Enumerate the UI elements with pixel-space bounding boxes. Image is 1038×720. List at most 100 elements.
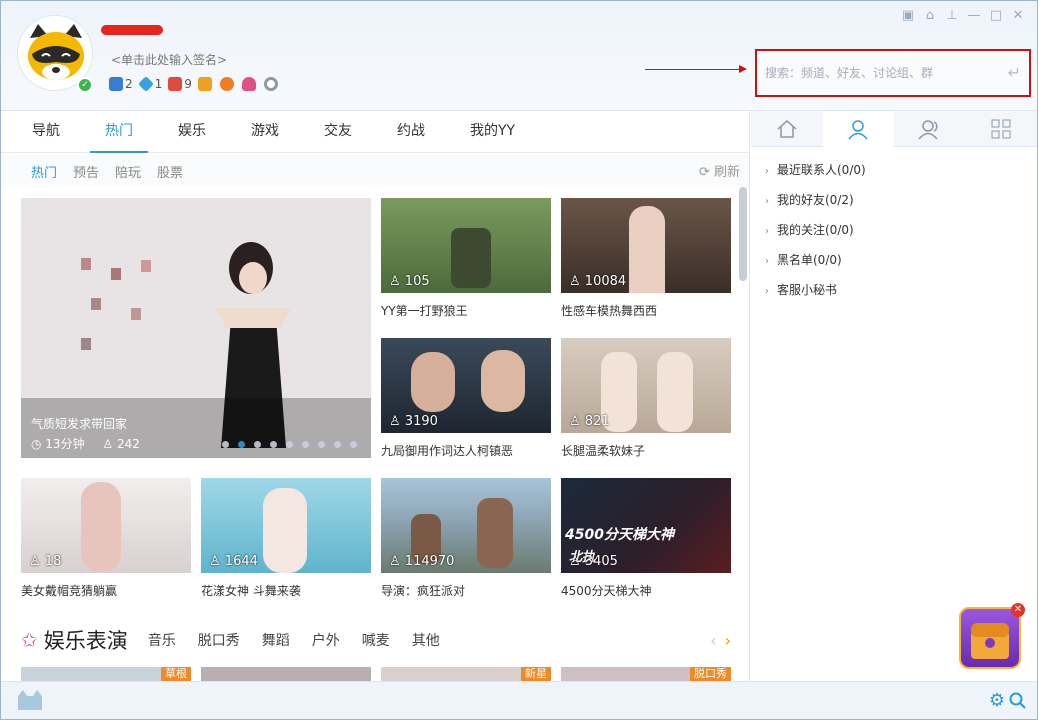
channel-card[interactable]: ♙ 10084 性感车模热舞西西 — [561, 198, 731, 319]
person-icon — [848, 119, 868, 139]
subtab-companion[interactable]: 陪玩 — [115, 162, 141, 181]
chevron-right-icon: › — [765, 256, 769, 267]
tab-games[interactable]: 游戏 — [236, 111, 294, 153]
pet-badge[interactable] — [219, 77, 236, 91]
tab-friends[interactable] — [822, 111, 894, 147]
signature-input[interactable]: <单击此处输入签名> — [111, 51, 227, 68]
vip-icon — [168, 77, 183, 91]
group-following[interactable]: › 我的关注(0/0) — [751, 215, 1037, 245]
subtab-stocks[interactable]: 股票 — [157, 162, 183, 181]
scrollbar-thumb[interactable] — [739, 187, 747, 281]
enter-icon[interactable]: ↵ — [1008, 63, 1021, 82]
shirt-icon[interactable]: ⌂ — [919, 7, 941, 25]
channel-card[interactable]: ♙ 821 长腿温柔软妹子 — [561, 338, 731, 459]
carousel-dot[interactable] — [222, 441, 229, 448]
subtab-hot[interactable]: 热门 — [31, 162, 57, 181]
card-thumbnail: ♙ 1644 — [201, 478, 371, 573]
carousel-dot[interactable] — [254, 441, 261, 448]
carousel-dot[interactable] — [318, 441, 325, 448]
partial-card[interactable]: 脱口秀 — [561, 667, 731, 681]
group-recent[interactable]: › 最近联系人(0/0) — [751, 155, 1037, 185]
group-support[interactable]: › 客服小秘书 — [751, 275, 1037, 305]
heart-badge[interactable] — [241, 77, 258, 91]
section-tab[interactable]: 舞蹈 — [262, 630, 290, 650]
section-tab[interactable]: 音乐 — [148, 630, 176, 650]
carousel-dots — [213, 441, 357, 448]
profile-header: ✓ <单击此处输入签名> 2 1 9 ▣ ⌂ ⊥ — □ ✕ ↵ — [1, 1, 1037, 111]
chevron-right-icon: › — [765, 226, 769, 237]
search-input[interactable] — [765, 63, 995, 83]
prev-icon[interactable]: ‹ — [710, 631, 716, 650]
treasure-chest-icon[interactable] — [959, 607, 1021, 669]
carousel-dot[interactable] — [334, 441, 341, 448]
close-popup-icon[interactable]: ✕ — [1011, 603, 1025, 617]
card-thumbnail: ♙ 821 — [561, 338, 731, 433]
skin-icon[interactable]: ▣ — [897, 7, 919, 25]
game-badge[interactable]: 2 — [109, 77, 133, 91]
tab-entertainment[interactable]: 娱乐 — [163, 111, 221, 153]
carousel-dot[interactable] — [270, 441, 277, 448]
video-badge[interactable] — [197, 77, 214, 91]
tab-home[interactable] — [751, 111, 823, 147]
group-friends[interactable]: › 我的好友(0/2) — [751, 185, 1037, 215]
tab-hot[interactable]: 热门 — [90, 111, 148, 153]
tab-my-yy[interactable]: 我的YY — [455, 111, 530, 153]
chevron-right-icon: › — [765, 286, 769, 297]
section-tab[interactable]: 脱口秀 — [198, 630, 240, 650]
partial-card[interactable] — [201, 667, 371, 681]
section-tab[interactable]: 喊麦 — [362, 630, 390, 650]
tab-battle[interactable]: 约战 — [382, 111, 440, 153]
pin-icon[interactable]: ⊥ — [941, 7, 963, 25]
card-tag: 新星 — [521, 667, 551, 681]
sub-tabs: 热门 预告 陪玩 股票 ⟳ 刷新 — [1, 155, 749, 187]
heart-icon — [241, 77, 256, 91]
carousel-dot[interactable] — [302, 441, 309, 448]
partial-card[interactable]: 草根 — [21, 667, 191, 681]
section-tab[interactable]: 户外 — [312, 630, 340, 650]
group-icon — [918, 120, 938, 140]
section-pager: ‹ › — [710, 631, 731, 650]
channel-card[interactable]: ♙ 114970 导演：疯狂派对 — [381, 478, 551, 599]
channel-card[interactable]: ♙ 3190 九局御用作词达人柯镇恶 — [381, 338, 551, 459]
featured-card[interactable]: 气质短发求带回家 ◷ 13分钟 ♙ 242 — [21, 198, 371, 458]
vip-badge[interactable]: 9 — [168, 77, 192, 91]
maximize-icon[interactable]: □ — [985, 7, 1007, 25]
subtab-preview[interactable]: 预告 — [73, 162, 99, 181]
card-title: YY第一打野狼王 — [381, 304, 468, 318]
group-blacklist[interactable]: › 黑名单(0/0) — [751, 245, 1037, 275]
carousel-dot[interactable] — [238, 441, 245, 448]
channel-card[interactable]: ♙ 105 YY第一打野狼王 — [381, 198, 551, 319]
eye-badge[interactable] — [263, 77, 280, 91]
next-icon[interactable]: › — [725, 631, 731, 650]
card-title: 美女戴帽竞猜躺赢 — [21, 584, 118, 598]
channel-card[interactable]: ♙ 1644 花漾女神 斗舞来袭 — [201, 478, 371, 599]
mascot-icon[interactable] — [15, 688, 45, 714]
search-box-highlight: ↵ — [755, 49, 1031, 97]
refresh-button[interactable]: ⟳ 刷新 — [699, 161, 740, 180]
eye-icon — [263, 77, 278, 91]
search-icon[interactable] — [1009, 692, 1027, 710]
video-icon — [197, 77, 212, 91]
viewer-count: ♙ 1644 — [209, 554, 258, 569]
viewer-count: ♙ 114970 — [389, 554, 455, 569]
card-thumbnail: ♙ 105 — [381, 198, 551, 293]
chevron-right-icon: › — [765, 196, 769, 207]
minimize-icon[interactable]: — — [963, 7, 985, 25]
tab-apps[interactable] — [966, 111, 1038, 147]
contacts-tabs — [751, 111, 1037, 147]
tab-groups[interactable] — [894, 111, 966, 147]
settings-gear-icon[interactable]: ⚙ — [989, 690, 1005, 711]
channel-card[interactable]: 4500分天梯大神 北执 ♙ 3405 4500分天梯大神 — [561, 478, 731, 599]
tab-nav[interactable]: 导航 — [17, 111, 75, 153]
viewer-count: ♙ 3190 — [389, 414, 438, 429]
partial-card[interactable]: 新星 — [381, 667, 551, 681]
diamond-badge[interactable]: 1 — [137, 76, 162, 92]
main-window: ✓ <单击此处输入签名> 2 1 9 ▣ ⌂ ⊥ — □ ✕ ↵ 导航 — [0, 0, 1038, 720]
carousel-dot[interactable] — [286, 441, 293, 448]
close-icon[interactable]: ✕ — [1007, 7, 1029, 25]
channel-card[interactable]: ♙ 18 美女戴帽竞猜躺赢 — [21, 478, 191, 599]
chevron-right-icon: › — [765, 166, 769, 177]
tab-social[interactable]: 交友 — [309, 111, 367, 153]
carousel-dot[interactable] — [350, 441, 357, 448]
section-tab[interactable]: 其他 — [412, 630, 440, 650]
